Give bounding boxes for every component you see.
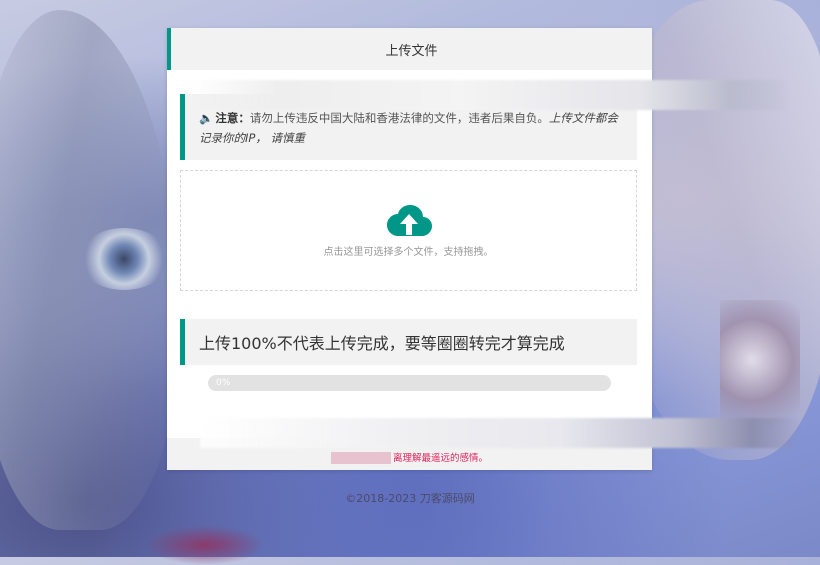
notice-label: 注意： — [215, 111, 250, 125]
speaker-icon: 🔈 — [199, 111, 214, 125]
upload-hint: 点击这里可选择多个文件，支持拖拽。 — [323, 247, 494, 258]
progress-tip-text: 上传100%不代表上传完成，要等圈圈转完才算完成 — [199, 334, 565, 353]
progress-percent: 0% — [216, 378, 231, 388]
card-header: 上传文件 — [167, 28, 652, 70]
upload-dropzone[interactable]: 点击这里可选择多个文件，支持拖拽。 — [180, 170, 637, 291]
notice-text: 请勿上传违反中国大陆和香港法律的文件，违者后果自负。 — [249, 111, 549, 125]
background-eye — [78, 228, 170, 290]
footer-quote-text: 离理解最遥远的感情。 — [392, 453, 488, 464]
blurred-text — [330, 452, 391, 464]
copyright: ©2018-2023 刀客源码网 — [345, 492, 475, 505]
cloud-upload-icon — [385, 203, 433, 243]
blurred-overlay-bottom — [200, 418, 800, 448]
upload-progress-bar: 0% — [208, 375, 611, 391]
background-lips — [145, 525, 265, 565]
blurred-overlay-top — [190, 80, 790, 110]
progress-tip: 上传100%不代表上传完成，要等圈圈转完才算完成 — [180, 319, 637, 365]
card-title: 上传文件 — [385, 43, 438, 59]
